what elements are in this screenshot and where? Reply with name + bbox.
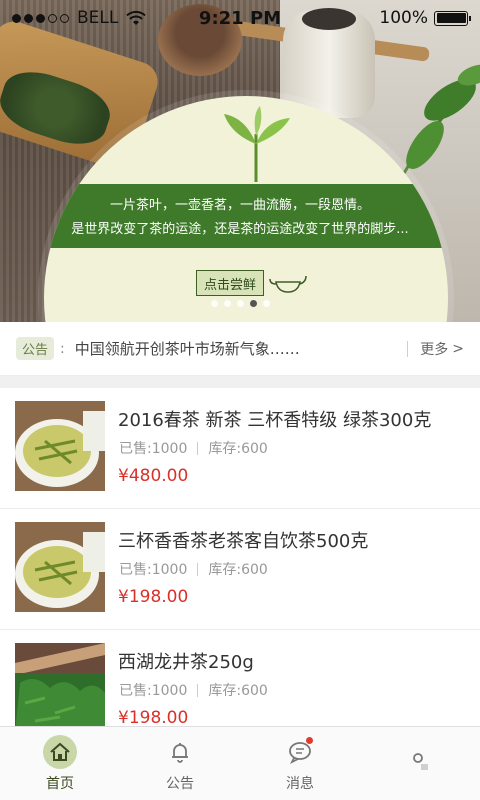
announcement-divider (407, 340, 409, 357)
announcement-text[interactable]: 中国领航开创茶叶市场新气象…… (75, 338, 408, 359)
section-gap (0, 376, 480, 388)
battery-icon (434, 10, 471, 26)
product-sold: 已售:1000 (119, 441, 188, 457)
chevron-right-icon: > (452, 340, 464, 357)
banner-carousel[interactable]: 一片茶叶，一壶香茗，一曲流觞，一段恩情。 是世界改变了茶的运途，还是茶的运途改变… (0, 0, 480, 322)
meta-divider (197, 441, 199, 455)
product-name: 2016春茶 新茶 三杯香特级 绿茶300克 (118, 410, 432, 431)
product-item[interactable]: 2016春茶 新茶 三杯香特级 绿茶300克 已售:1000 库存:600 ¥4… (0, 388, 480, 509)
try-now-button[interactable]: 点击尝鲜 (196, 270, 264, 296)
tab-label: 公告 (166, 775, 194, 792)
meta-divider (197, 562, 199, 576)
carousel-dot-active[interactable] (249, 300, 257, 307)
product-thumbnail (15, 643, 105, 726)
product-meta: 已售:1000 库存:600 (119, 438, 268, 458)
status-time: 9:21 PM (198, 7, 282, 29)
product-price: ¥198.00 (118, 587, 189, 607)
product-sold: 已售:1000 (119, 562, 188, 578)
signal-strength-icon (12, 13, 69, 23)
home-icon (43, 734, 77, 769)
carrier-name: BELL (77, 8, 119, 28)
product-list: 2016春茶 新茶 三杯香特级 绿茶300克 已售:1000 库存:600 ¥4… (0, 388, 480, 726)
product-meta: 已售:1000 库存:600 (119, 559, 268, 579)
product-stock: 库存:600 (208, 683, 268, 699)
tab-label: 消息 (286, 775, 314, 792)
teapot-icon (269, 275, 307, 293)
status-bar: BELL 9:21 PM 100% (0, 0, 480, 36)
more-link[interactable]: 更多 > (420, 339, 464, 359)
tab-home[interactable]: 首页 (0, 727, 120, 800)
product-stock: 库存:600 (208, 562, 268, 578)
announcement-colon: : (60, 340, 65, 357)
meta-divider (197, 683, 199, 697)
bottom-tab-bar: 首页 公告 消息 (0, 726, 480, 800)
battery-indicator: 100% (379, 8, 471, 28)
carousel-pagination (0, 300, 480, 307)
product-stock: 库存:600 (208, 441, 268, 457)
more-label: 更多 (420, 341, 449, 358)
product-thumbnail (15, 401, 105, 491)
product-sold: 已售:1000 (119, 683, 188, 699)
bell-icon (163, 735, 197, 769)
product-price: ¥480.00 (118, 466, 189, 486)
banner-tagline-2: 是世界改变了茶的运途，还是茶的运途改变了世界的脚步... (71, 222, 409, 237)
product-meta: 已售:1000 库存:600 (119, 680, 268, 700)
battery-percent: 100% (379, 8, 428, 28)
tab-label: 首页 (46, 775, 74, 792)
product-price: ¥198.00 (118, 708, 189, 726)
wifi-icon (126, 10, 147, 25)
carousel-dot[interactable] (223, 300, 231, 307)
announcement-bar[interactable]: 公告 : 中国领航开创茶叶市场新气象…… 更多 > (0, 322, 480, 376)
product-thumbnail (15, 522, 105, 612)
notification-badge (306, 737, 313, 744)
tea-sprout-image (224, 106, 290, 183)
product-name: 三杯香香茶老茶客自饮茶500克 (118, 531, 369, 552)
product-name: 西湖龙井茶250g (118, 652, 254, 673)
user-icon (403, 745, 437, 779)
carousel-dot[interactable] (210, 300, 218, 307)
tab-announcement[interactable]: 公告 (120, 727, 240, 800)
carousel-dot[interactable] (236, 300, 244, 307)
carousel-dot[interactable] (262, 300, 270, 307)
tab-messages[interactable]: 消息 (240, 727, 360, 800)
tab-profile[interactable] (360, 727, 480, 800)
banner-tagline-1: 一片茶叶，一壶香茗，一曲流觞，一段恩情。 (109, 198, 370, 213)
product-item[interactable]: 西湖龙井茶250g 已售:1000 库存:600 ¥198.00 (0, 630, 480, 726)
announcement-tag: 公告 (16, 337, 55, 360)
product-item[interactable]: 三杯香香茶老茶客自饮茶500克 已售:1000 库存:600 ¥198.00 (0, 509, 480, 630)
